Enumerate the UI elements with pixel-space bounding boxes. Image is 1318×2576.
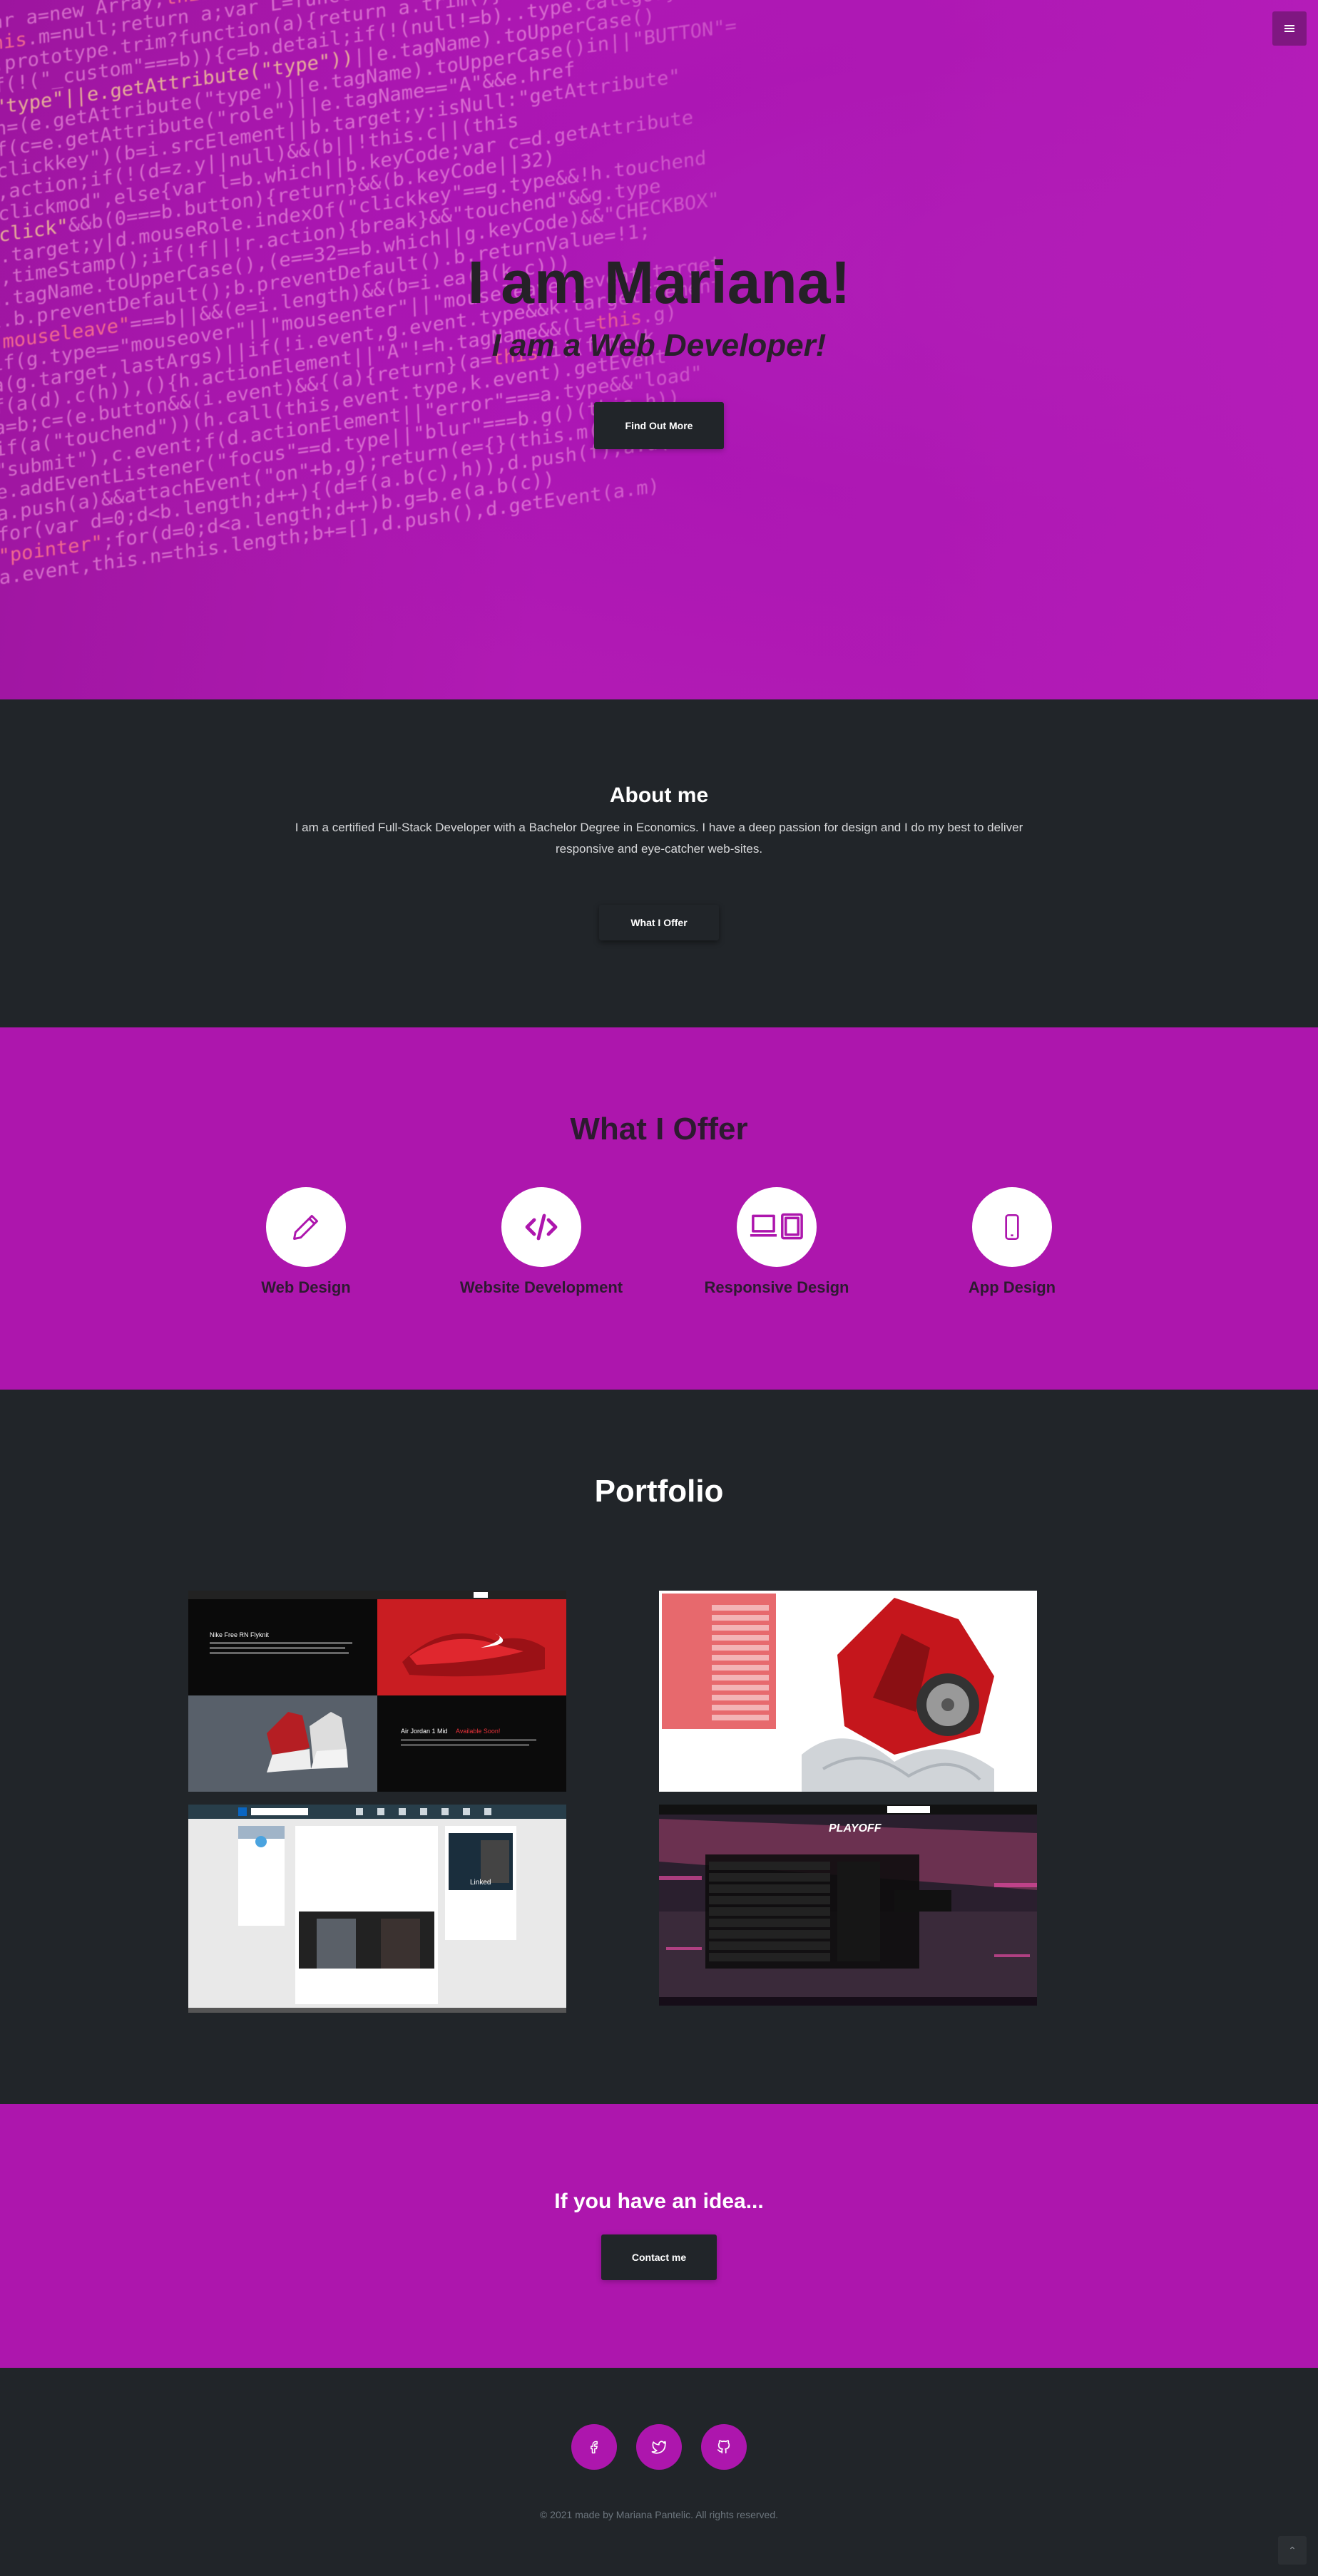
service-label: Web Design: [261, 1278, 351, 1296]
portfolio-thumbnail: PLAYOFF: [659, 1805, 1037, 2006]
code-icon: [525, 1213, 558, 1241]
menu-toggle-button[interactable]: [1272, 11, 1307, 46]
portfolio-thumbnail: Linked: [188, 1805, 566, 2013]
portfolio-item-nike-store[interactable]: Nike Free RN Flyknit Air Jordan 1 Mid Av…: [188, 1591, 566, 1792]
about-heading: About me: [609, 784, 709, 807]
contact-me-button[interactable]: Contact me: [601, 2234, 717, 2280]
facebook-link[interactable]: [571, 2424, 617, 2470]
cta-heading: If you have an idea...: [554, 2190, 764, 2213]
portfolio-item-car-form[interactable]: [659, 1591, 1037, 1792]
about-section: About me I am a certified Full-Stack Dev…: [0, 699, 1318, 1027]
service-app-design: App Design: [905, 1187, 1119, 1297]
back-to-top-button[interactable]: ⌃: [1278, 2536, 1307, 2565]
contact-cta-section: If you have an idea... Contact me: [0, 2104, 1318, 2368]
portfolio-heading: Portfolio: [594, 1474, 724, 1509]
nike-caption-1: Nike Free RN Flyknit: [210, 1631, 270, 1638]
nike-caption-2: Air Jordan 1 Mid: [401, 1728, 448, 1735]
services-section: What I Offer Web Design Website Developm…: [0, 1027, 1318, 1390]
service-icon-circle: [266, 1187, 346, 1267]
playoff-title: PLAYOFF: [829, 1822, 882, 1834]
hero-section: var a=new Array;this.b=null;return a;var…: [0, 0, 1318, 699]
service-web-design: Web Design: [199, 1187, 413, 1297]
chevron-up-icon: ⌃: [1288, 2544, 1297, 2556]
about-text: I am a certified Full-Stack Developer wi…: [295, 821, 1023, 856]
service-website-development: Website Development: [434, 1187, 648, 1297]
hamburger-icon: [1284, 25, 1294, 32]
service-icon-circle: [501, 1187, 581, 1267]
portfolio-item-linkedin-clone[interactable]: Linked: [188, 1805, 566, 2013]
facebook-icon: [591, 2441, 598, 2454]
service-label: Website Development: [459, 1278, 623, 1296]
portfolio-thumbnail: [659, 1591, 1037, 1792]
portfolio-item-playoff[interactable]: PLAYOFF: [659, 1805, 1037, 2006]
mobile-icon: [1005, 1214, 1019, 1240]
find-out-more-button[interactable]: Find Out More: [594, 402, 724, 449]
nike-caption-3: Available Soon!: [456, 1728, 500, 1735]
service-icon-circle: [972, 1187, 1052, 1267]
service-label: Responsive Design: [704, 1278, 849, 1296]
twitter-icon: [651, 2441, 666, 2454]
portfolio-section: Portfolio Nike Free RN Flyknit Air Jorda…: [0, 1390, 1318, 2104]
service-label: App Design: [968, 1278, 1056, 1296]
footer: © 2021 made by Mariana Pantelic. All rig…: [0, 2368, 1318, 2576]
github-icon: [717, 2440, 730, 2454]
hero-subtitle: I am a Web Developer!: [491, 328, 827, 363]
service-icon-circle: [737, 1187, 817, 1267]
github-link[interactable]: [701, 2424, 747, 2470]
laptop-tablet-icon: [750, 1213, 803, 1240]
what-i-offer-button[interactable]: What I Offer: [599, 905, 719, 940]
service-responsive-design: Responsive Design: [670, 1187, 884, 1297]
twitter-link[interactable]: [636, 2424, 682, 2470]
portfolio-thumbnail: Nike Free RN Flyknit Air Jordan 1 Mid Av…: [188, 1591, 566, 1792]
pencil-icon: [293, 1214, 319, 1240]
copyright-text: © 2021 made by Mariana Pantelic. All rig…: [539, 2509, 779, 2520]
hero-title: I am Mariana!: [467, 249, 851, 316]
services-heading: What I Offer: [570, 1112, 748, 1146]
svg-text:Linked: Linked: [470, 1879, 491, 1887]
